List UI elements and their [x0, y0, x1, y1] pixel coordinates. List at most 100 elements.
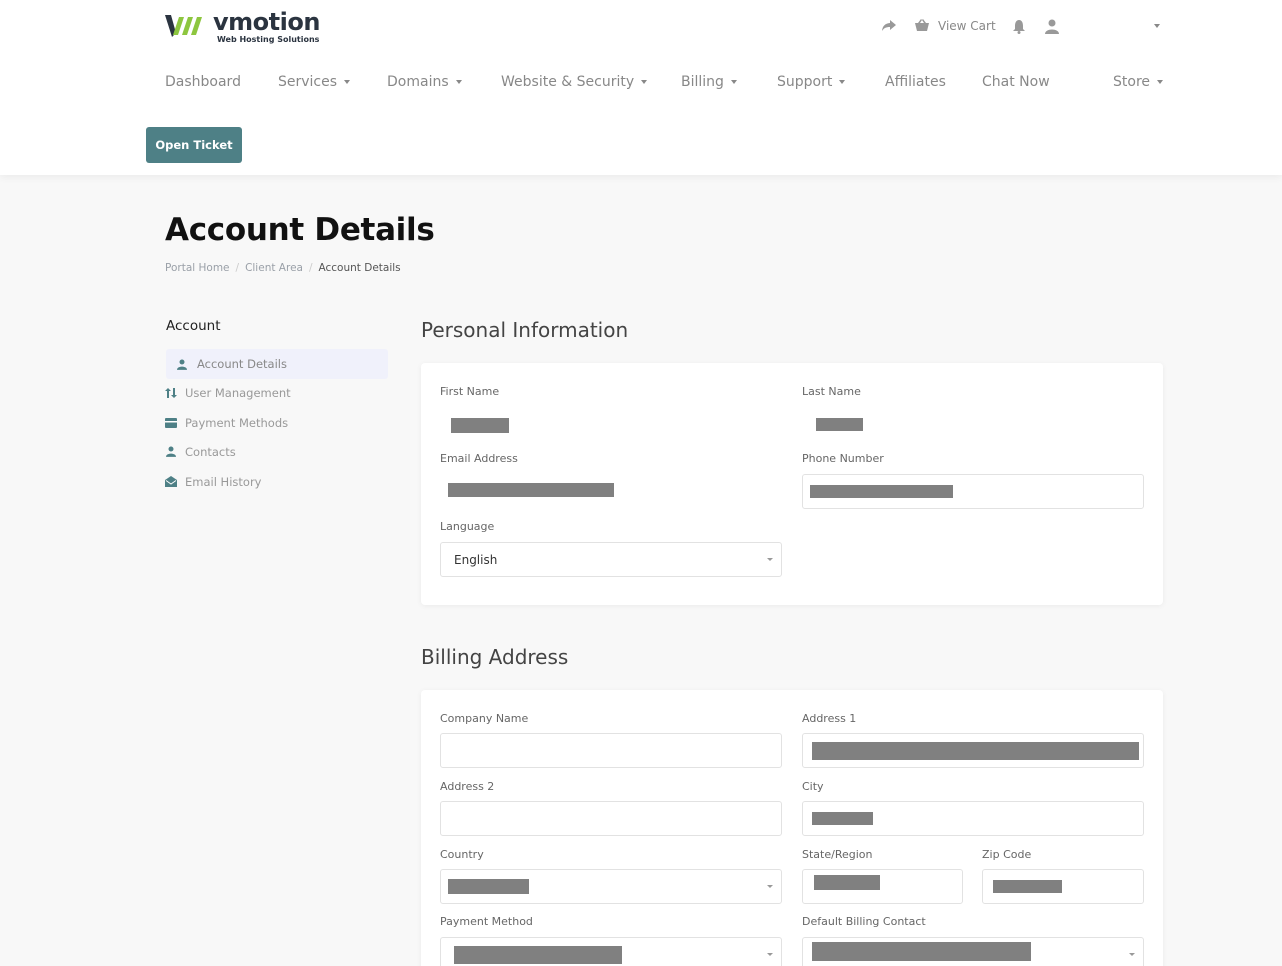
- address1-label: Address 1: [802, 712, 857, 725]
- nav-item-services[interactable]: Services: [278, 74, 351, 90]
- nav-item-billing[interactable]: Billing: [681, 74, 737, 90]
- country-label: Country: [440, 848, 484, 861]
- address1-field[interactable]: [802, 733, 1144, 768]
- account-menu-button[interactable]: [1043, 16, 1061, 36]
- main-nav: Dashboard Services Domains Website & Sec…: [0, 74, 1282, 96]
- chevron-down-icon: [767, 558, 773, 561]
- nav-item-website-security[interactable]: Website & Security: [501, 74, 648, 90]
- share-button[interactable]: [880, 16, 898, 36]
- chevron-down-icon: [1154, 24, 1160, 28]
- language-label: Language: [440, 520, 495, 533]
- sidebar-item-label: Payment Methods: [185, 415, 289, 430]
- email-label: Email Address: [440, 452, 518, 465]
- billing-address-card: Company Name Address 1 Address 2 City Co…: [421, 690, 1163, 966]
- brand-tagline: Web Hosting Solutions: [217, 35, 320, 44]
- personal-information-heading: Personal Information: [421, 318, 629, 342]
- last-name-value: [816, 418, 863, 431]
- sidebar-item-contacts[interactable]: Contacts: [165, 437, 388, 466]
- brand-name: vmotion: [213, 8, 320, 36]
- state-region-field[interactable]: [802, 869, 963, 904]
- nav-item-dashboard[interactable]: Dashboard: [165, 74, 241, 90]
- billing-address-heading: Billing Address: [421, 645, 569, 669]
- user-icon: [176, 358, 188, 370]
- sidebar-item-label: User Management: [185, 385, 291, 400]
- last-name-label: Last Name: [802, 385, 861, 398]
- sort-arrows-icon: [165, 387, 177, 399]
- country-select[interactable]: [440, 869, 782, 904]
- site-header: vmotion Web Hosting Solutions View Cart …: [0, 0, 1282, 175]
- company-name-field[interactable]: [440, 733, 782, 768]
- breadcrumb: Portal Home / Client Area / Account Deta…: [165, 262, 401, 274]
- country-value: [448, 879, 529, 894]
- envelope-open-icon: [165, 476, 177, 488]
- view-cart-link[interactable]: View Cart: [913, 16, 996, 36]
- basket-icon: [913, 17, 931, 35]
- chevron-down-icon: [1157, 80, 1164, 84]
- chevron-down-icon: [641, 80, 648, 84]
- zip-code-field[interactable]: [982, 869, 1144, 904]
- sidebar-title: Account: [166, 318, 221, 334]
- chevron-down-icon: [839, 80, 846, 84]
- breadcrumb-separator: /: [308, 262, 313, 274]
- payment-method-select[interactable]: [440, 937, 782, 966]
- company-name-label: Company Name: [440, 712, 529, 725]
- email-value: [448, 483, 614, 497]
- sidebar-item-account-details[interactable]: Account Details: [166, 349, 388, 379]
- brand-logo[interactable]: vmotion Web Hosting Solutions: [165, 8, 320, 48]
- nav-item-store[interactable]: Store: [1113, 74, 1164, 90]
- first-name-label: First Name: [440, 385, 500, 398]
- default-billing-contact-value: [812, 942, 1031, 961]
- user-icon: [1043, 17, 1061, 35]
- account-dropdown-toggle[interactable]: [1154, 16, 1160, 36]
- open-ticket-button[interactable]: Open Ticket: [146, 127, 242, 163]
- sidebar-item-user-management[interactable]: User Management: [165, 378, 388, 407]
- zip-code-value: [993, 880, 1062, 893]
- payment-method-value: [454, 946, 622, 964]
- language-selected-value: English: [454, 552, 498, 567]
- share-icon: [880, 17, 898, 35]
- city-value: [812, 812, 873, 825]
- phone-number-value: [810, 485, 953, 498]
- breadcrumb-current: Account Details: [318, 262, 401, 274]
- first-name-value: [451, 418, 509, 433]
- sidebar-item-label: Email History: [185, 474, 262, 489]
- breadcrumb-client-area[interactable]: Client Area: [245, 262, 303, 274]
- address1-value: [812, 742, 1139, 760]
- zip-code-label: Zip Code: [982, 848, 1032, 861]
- state-region-value: [814, 875, 880, 890]
- address2-label: Address 2: [440, 780, 495, 793]
- chevron-down-icon: [344, 80, 351, 84]
- payment-method-label: Payment Method: [440, 915, 533, 928]
- chevron-down-icon: [730, 80, 737, 84]
- default-billing-contact-select[interactable]: [802, 937, 1144, 966]
- nav-item-domains[interactable]: Domains: [387, 74, 462, 90]
- breadcrumb-portal-home[interactable]: Portal Home: [165, 262, 230, 274]
- notifications-button[interactable]: [1010, 16, 1028, 36]
- phone-number-field[interactable]: [802, 474, 1144, 509]
- user-icon: [165, 446, 177, 458]
- view-cart-label: View Cart: [938, 19, 996, 33]
- chevron-down-icon: [455, 80, 462, 84]
- chevron-down-icon: [767, 885, 773, 888]
- state-label: State/Region: [802, 848, 873, 861]
- nav-item-chat-now[interactable]: Chat Now: [982, 74, 1050, 90]
- address2-field[interactable]: [440, 801, 782, 836]
- breadcrumb-separator: /: [235, 262, 240, 274]
- city-label: City: [802, 780, 824, 793]
- chevron-down-icon: [767, 953, 773, 956]
- city-field[interactable]: [802, 801, 1144, 836]
- vmotion-logo-mark-icon: [165, 15, 202, 37]
- sidebar-item-email-history[interactable]: Email History: [165, 467, 388, 496]
- credit-card-icon: [165, 417, 177, 429]
- default-billing-contact-label: Default Billing Contact: [802, 915, 926, 928]
- sidebar-item-label: Account Details: [197, 357, 287, 371]
- sidebar-item-payment-methods[interactable]: Payment Methods: [165, 408, 388, 437]
- sidebar-item-label: Contacts: [185, 444, 236, 459]
- bell-icon: [1010, 17, 1028, 35]
- nav-item-affiliates[interactable]: Affiliates: [885, 74, 946, 90]
- phone-label: Phone Number: [802, 452, 884, 465]
- chevron-down-icon: [1129, 953, 1135, 956]
- nav-item-support[interactable]: Support: [777, 74, 846, 90]
- language-select[interactable]: English: [440, 542, 782, 577]
- page-title: Account Details: [165, 212, 435, 248]
